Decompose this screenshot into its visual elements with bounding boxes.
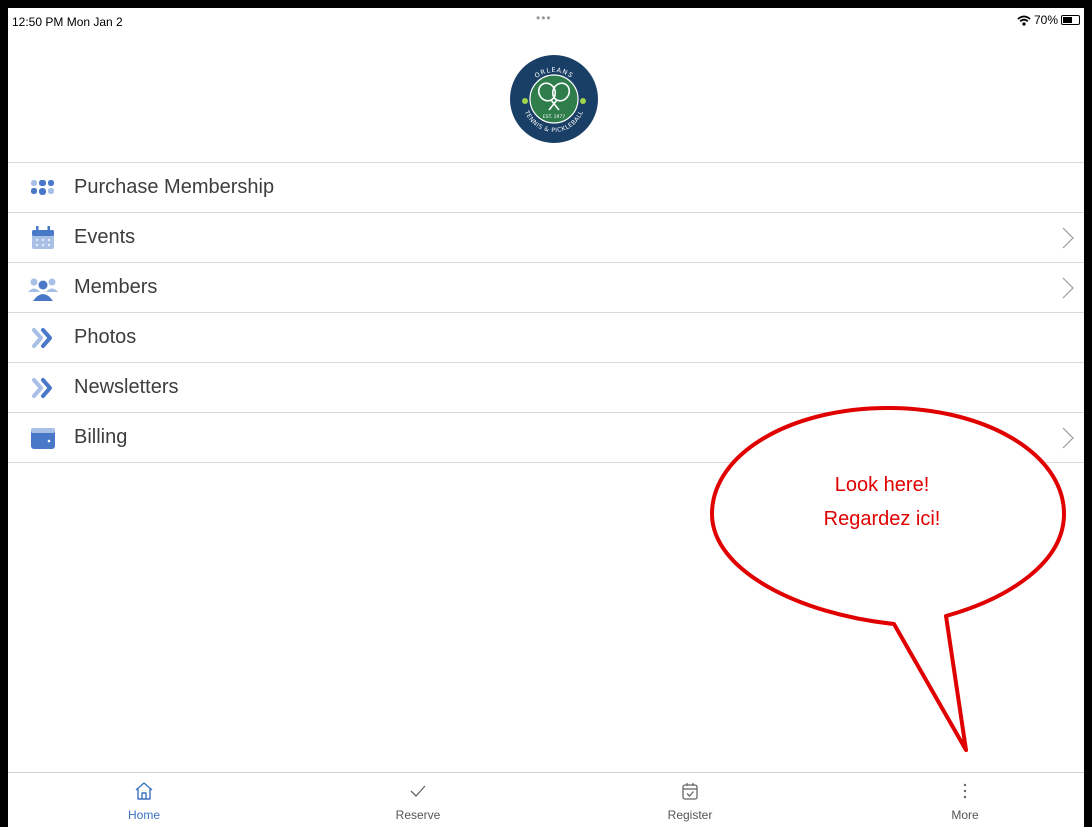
menu-item-label: Purchase Membership	[74, 176, 275, 198]
people-icon	[28, 278, 58, 301]
menu-item-purchase-membership[interactable]: Purchase Membership	[8, 162, 1084, 212]
logo-est-text: EST. 1977	[543, 114, 565, 120]
menu-item-events[interactable]: Events	[8, 212, 1084, 262]
battery-percent: 70%	[1033, 13, 1058, 27]
chevron-right-icon	[1062, 227, 1074, 249]
bottom-tab-bar: Home Reserve Register More	[8, 772, 1084, 827]
menu-item-photos[interactable]: Photos	[8, 312, 1084, 362]
tab-label: Reserve	[395, 808, 441, 822]
tab-reserve[interactable]: Reserve	[358, 773, 478, 827]
double-chevron-icon	[32, 378, 52, 398]
multitasking-dots[interactable]: •••	[536, 11, 552, 25]
double-chevron-icon	[32, 328, 52, 348]
battery-level	[1063, 17, 1072, 23]
menu-item-members[interactable]: Members	[8, 262, 1084, 312]
tab-more[interactable]: More	[905, 773, 1025, 827]
calendar-check-icon	[682, 783, 698, 800]
menu-item-label: Billing	[74, 426, 128, 448]
callout-text: Look here! Regardez ici!	[762, 468, 1002, 536]
tab-register[interactable]: Register	[630, 773, 750, 827]
battery-icon	[1061, 15, 1080, 25]
callout-line-english: Look here!	[834, 474, 930, 496]
tab-label: More	[951, 808, 979, 822]
callout-line-french: Regardez ici!	[823, 508, 941, 530]
app-screen: 12:50 PM Mon Jan 2 ••• 70% ORLEANS EST. …	[8, 8, 1084, 827]
menu-item-label: Newsletters	[74, 376, 179, 398]
chevron-right-icon	[1062, 277, 1074, 299]
status-indicators: 70%	[1017, 13, 1080, 27]
status-bar: 12:50 PM Mon Jan 2 ••• 70%	[8, 8, 1084, 34]
menu-item-label: Photos	[74, 326, 137, 348]
calendar-icon	[32, 226, 54, 249]
wallet-icon	[31, 428, 55, 449]
grid-dots-icon	[31, 180, 54, 195]
club-logo: ORLEANS EST. 1977 TENNIS & PICKLEBALL	[510, 55, 598, 143]
menu-item-label: Members	[74, 276, 158, 298]
more-vertical-icon	[963, 783, 967, 799]
status-time: 12:50 PM Mon Jan 2	[12, 15, 123, 29]
tab-label: Register	[667, 808, 713, 822]
wifi-icon	[1017, 15, 1031, 26]
tab-home[interactable]: Home	[84, 773, 204, 827]
home-icon	[135, 782, 153, 800]
check-icon	[410, 785, 426, 797]
menu-item-label: Events	[74, 226, 136, 248]
tab-label: Home	[127, 808, 160, 822]
speech-bubble-callout	[710, 406, 1066, 752]
